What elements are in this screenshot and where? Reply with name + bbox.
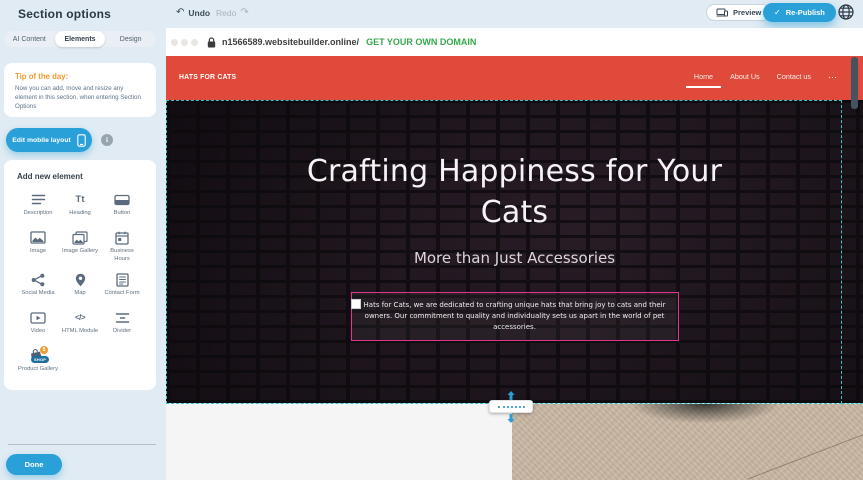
product-gallery-icon: $ SHOP	[28, 348, 48, 363]
element-image[interactable]: Image	[17, 230, 59, 263]
site-nav: Home About Us Contact us ⋯	[694, 72, 837, 81]
description-icon	[31, 192, 46, 207]
info-glyph: i	[106, 136, 108, 144]
preview-label: Preview	[733, 8, 761, 17]
undo-icon: ↶	[176, 7, 184, 18]
next-section[interactable]	[166, 404, 512, 480]
tab-elements[interactable]: Elements	[55, 31, 106, 47]
element-business-hours[interactable]: Business Hours	[101, 230, 143, 263]
carpet-seam	[747, 421, 863, 479]
app-window: Section options ↶ Undo Redo ↷ Preview ✓ …	[0, 0, 863, 480]
check-icon: ✓	[774, 8, 781, 17]
hero-section[interactable]: Crafting Happiness for Your Cats More th…	[166, 100, 863, 403]
done-button[interactable]: Done	[6, 454, 62, 475]
heading-icon: Tt	[76, 192, 85, 207]
browser-bar: n1566589.websitebuilder.online/ GET YOUR…	[166, 28, 863, 56]
tab-design[interactable]: Design	[105, 31, 156, 47]
contact-form-icon	[116, 272, 129, 287]
devices-icon	[716, 8, 728, 17]
preview-button[interactable]: Preview	[706, 4, 771, 21]
redo-button[interactable]: Redo ↷	[216, 7, 249, 18]
resize-grip	[489, 400, 533, 413]
nav-about-us[interactable]: About Us	[730, 72, 760, 81]
image-icon	[30, 230, 46, 245]
hero-text-element[interactable]: Hats for Cats, we are dedicated to craft…	[351, 292, 679, 342]
page-title: Section options	[18, 7, 111, 21]
element-contact-form[interactable]: Contact Form	[101, 272, 143, 301]
map-pin-icon	[75, 272, 86, 287]
site-header: HATS FOR CATS Home About Us Contact us ⋯	[166, 56, 863, 100]
dollar-badge: $	[40, 346, 48, 354]
sidebar-tabs: AI Content Elements Design	[4, 31, 156, 47]
site-logo[interactable]: HATS FOR CATS	[179, 72, 236, 81]
element-map[interactable]: Map	[59, 272, 101, 301]
divider-icon	[115, 310, 130, 325]
phone-icon	[77, 134, 86, 147]
add-element-panel: Add new element Description Tt Heading	[4, 160, 156, 390]
element-social-media[interactable]: Social Media	[17, 272, 59, 301]
arrow-down-icon	[507, 414, 516, 423]
image-gallery-icon	[72, 230, 88, 245]
tab-ai-content[interactable]: AI Content	[4, 31, 55, 47]
shop-badge: SHOP	[31, 356, 49, 363]
element-image-gallery[interactable]: Image Gallery	[59, 230, 101, 263]
sidebar-divider	[8, 444, 156, 445]
element-description[interactable]: Description	[17, 192, 59, 221]
html-module-icon: </>	[75, 310, 85, 325]
tip-of-the-day-card: Tip of the day: Now you can add, move an…	[4, 63, 156, 117]
language-globe-icon[interactable]	[837, 3, 855, 21]
done-label: Done	[25, 460, 44, 469]
site-url: n1566589.websitebuilder.online/	[222, 37, 359, 47]
edit-mobile-label: Edit mobile layout	[12, 137, 71, 144]
scrollbar-thumb[interactable]	[851, 57, 858, 109]
tip-title: Tip of the day:	[15, 72, 145, 81]
element-html-module[interactable]: </> HTML Module	[59, 310, 101, 339]
element-heading[interactable]: Tt Heading	[59, 192, 101, 221]
section-height-resize-handle[interactable]	[489, 392, 533, 420]
redo-label: Redo	[216, 8, 236, 18]
video-icon	[30, 310, 46, 325]
business-hours-icon	[115, 230, 129, 245]
hero-paragraph: Hats for Cats, we are dedicated to craft…	[364, 301, 666, 331]
undo-label: Undo	[188, 8, 210, 18]
undo-button[interactable]: ↶ Undo	[176, 7, 210, 18]
add-element-title: Add new element	[17, 172, 143, 181]
redo-icon: ↷	[240, 7, 248, 18]
republish-button[interactable]: ✓ Re-Publish	[763, 3, 836, 22]
element-product-gallery[interactable]: $ SHOP Product Gallery	[17, 348, 59, 377]
element-video[interactable]: Video	[17, 310, 59, 339]
hero-subheading[interactable]: More than Just Accessories	[166, 249, 863, 267]
lock-icon	[207, 37, 216, 48]
info-icon[interactable]: i	[101, 134, 113, 146]
arrow-up-icon	[507, 391, 516, 400]
element-button[interactable]: Button	[101, 192, 143, 221]
get-domain-link[interactable]: GET YOUR OWN DOMAIN	[366, 37, 476, 47]
browser-dots	[171, 39, 198, 46]
element-grid: Description Tt Heading Button	[17, 192, 143, 377]
social-media-icon	[31, 272, 45, 287]
hero-heading[interactable]: Crafting Happiness for Your Cats	[280, 152, 750, 234]
republish-label: Re-Publish	[786, 8, 825, 17]
button-icon	[114, 192, 130, 207]
element-divider[interactable]: Divider	[101, 310, 143, 339]
next-section-image[interactable]	[512, 404, 863, 480]
tip-body: Now you can add, move and resize any ele…	[15, 85, 145, 112]
nav-contact-us[interactable]: Contact us	[777, 72, 811, 81]
edit-mobile-layout-button[interactable]: Edit mobile layout	[6, 128, 92, 152]
nav-home[interactable]: Home	[694, 72, 713, 81]
element-resize-handle[interactable]	[351, 299, 361, 309]
